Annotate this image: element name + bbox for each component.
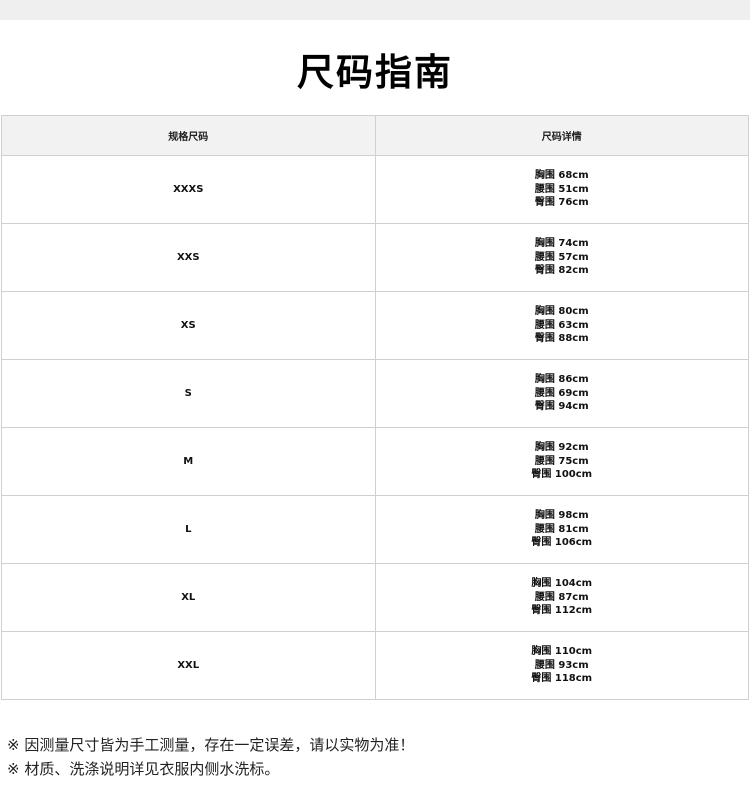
waist-measurement: 腰围 75cm [534, 455, 589, 467]
hip-measurement: 臀围 76cm [534, 197, 589, 209]
hip-measurement: 臀围 88cm [534, 333, 589, 345]
table-row: XL 胸围 104cm 腰围 87cm 臀围 112cm [1, 563, 749, 632]
detail-cell: 胸围 74cm 腰围 57cm 臀围 82cm [374, 223, 749, 292]
detail-cell: 胸围 98cm 腰围 81cm 臀围 106cm [374, 495, 749, 564]
waist-measurement: 腰围 51cm [534, 183, 589, 195]
note-measurement-error: ※ 因测量尺寸皆为手工测量，存在一定误差，请以实物为准！ [7, 736, 415, 754]
chest-measurement: 胸围 86cm [534, 374, 589, 386]
size-cell: XXXS [1, 155, 376, 224]
header-size-details: 尺码详情 [374, 115, 749, 156]
detail-cell: 胸围 80cm 腰围 63cm 臀围 88cm [374, 291, 749, 360]
waist-measurement: 腰围 93cm [534, 659, 589, 671]
table-row: XXXS 胸围 68cm 腰围 51cm 臀围 76cm [1, 155, 749, 224]
chest-measurement: 胸围 104cm [531, 578, 593, 590]
note-care-label: ※ 材质、洗涤说明详见衣服内侧水洗标。 [7, 760, 280, 778]
size-cell: L [1, 495, 376, 564]
top-band [0, 0, 750, 20]
chest-measurement: 胸围 98cm [534, 510, 589, 522]
hip-measurement: 臀围 106cm [531, 537, 593, 549]
size-cell: XS [1, 291, 376, 360]
page-title: 尺码指南 [297, 51, 453, 94]
detail-cell: 胸围 92cm 腰围 75cm 臀围 100cm [374, 427, 749, 496]
table-header-row: 规格尺码 尺码详情 [1, 115, 749, 156]
size-cell: XL [1, 563, 376, 632]
chest-measurement: 胸围 80cm [534, 306, 589, 318]
size-cell: M [1, 427, 376, 496]
table-row: XXS 胸围 74cm 腰围 57cm 臀围 82cm [1, 223, 749, 292]
waist-measurement: 腰围 69cm [534, 387, 589, 399]
chest-measurement: 胸围 68cm [534, 170, 589, 182]
size-cell: XXL [1, 631, 376, 700]
waist-measurement: 腰围 63cm [534, 319, 589, 331]
table-row: M 胸围 92cm 腰围 75cm 臀围 100cm [1, 427, 749, 496]
chest-measurement: 胸围 110cm [531, 646, 593, 658]
header-size-spec: 规格尺码 [1, 115, 376, 156]
waist-measurement: 腰围 81cm [534, 523, 589, 535]
hip-measurement: 臀围 100cm [531, 469, 593, 481]
waist-measurement: 腰围 87cm [534, 591, 589, 603]
chest-measurement: 胸围 74cm [534, 238, 589, 250]
size-cell: XXS [1, 223, 376, 292]
hip-measurement: 臀围 112cm [531, 605, 593, 617]
detail-cell: 胸围 110cm 腰围 93cm 臀围 118cm [374, 631, 749, 700]
waist-measurement: 腰围 57cm [534, 251, 589, 263]
table-row: L 胸围 98cm 腰围 81cm 臀围 106cm [1, 495, 749, 564]
size-chart-table: 规格尺码 尺码详情 XXXS 胸围 68cm 腰围 51cm 臀围 76cm XXS 胸围… [1, 115, 749, 700]
table-row: XXL 胸围 110cm 腰围 93cm 臀围 118cm [1, 631, 749, 700]
size-cell: S [1, 359, 376, 428]
detail-cell: 胸围 86cm 腰围 69cm 臀围 94cm [374, 359, 749, 428]
detail-cell: 胸围 68cm 腰围 51cm 臀围 76cm [374, 155, 749, 224]
notes-section: ※ 因测量尺寸皆为手工测量，存在一定误差，请以实物为准！ ※ 材质、洗涤说明详见… [7, 733, 747, 781]
size-table-body: XXXS 胸围 68cm 腰围 51cm 臀围 76cm XXS 胸围 74cm 腰围 57… [1, 155, 749, 700]
hip-measurement: 臀围 94cm [534, 401, 589, 413]
table-row: XS 胸围 80cm 腰围 63cm 臀围 88cm [1, 291, 749, 360]
table-row: S 胸围 86cm 腰围 69cm 臀围 94cm [1, 359, 749, 428]
hip-measurement: 臀围 82cm [534, 265, 589, 277]
hip-measurement: 臀围 118cm [531, 673, 593, 685]
detail-cell: 胸围 104cm 腰围 87cm 臀围 112cm [374, 563, 749, 632]
chest-measurement: 胸围 92cm [534, 442, 589, 454]
